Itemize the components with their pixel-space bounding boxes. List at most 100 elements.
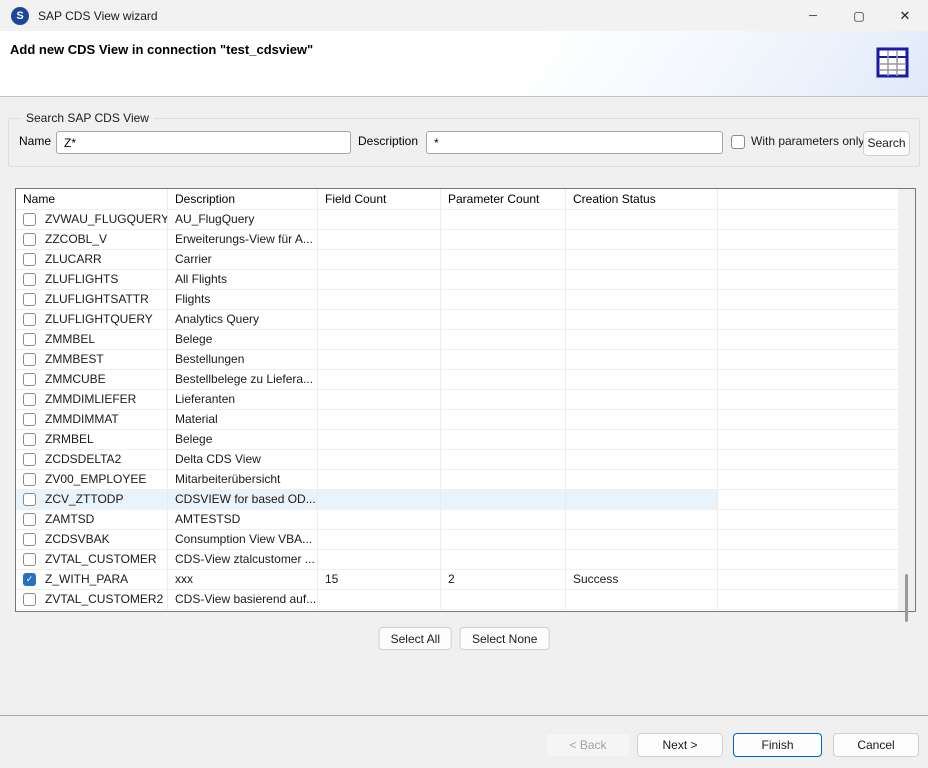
select-none-button[interactable]: Select None — [460, 627, 549, 650]
row-checkbox[interactable] — [23, 333, 36, 346]
table-row[interactable]: ZMMCUBEBestellbelege zu Liefera... — [16, 370, 898, 390]
table-row[interactable]: ZVWAU_FLUGQUERYAU_FlugQuery — [16, 210, 898, 230]
vertical-scrollbar[interactable] — [898, 189, 915, 611]
row-description: CDSVIEW for based OD... — [168, 490, 318, 510]
row-filler — [718, 510, 898, 530]
table-row[interactable]: ZLUFLIGHTQUERY Analytics Query — [16, 310, 898, 330]
table-row[interactable]: ZAMTSDAMTESTSD — [16, 510, 898, 530]
row-checkbox[interactable] — [23, 553, 36, 566]
minimize-icon[interactable]: ─ — [790, 0, 836, 31]
row-creation-status — [566, 470, 718, 490]
table-row[interactable]: ZCDSDELTA2Delta CDS View — [16, 450, 898, 470]
row-field-count — [318, 350, 441, 370]
row-checkbox[interactable] — [23, 373, 36, 386]
maximize-icon[interactable]: ▢ — [836, 0, 882, 31]
row-creation-status — [566, 390, 718, 410]
row-parameter-count — [441, 230, 566, 250]
row-description: Analytics Query — [168, 310, 318, 330]
close-icon[interactable]: ✕ — [882, 0, 928, 31]
finish-button[interactable]: Finish — [733, 733, 822, 757]
with-parameters-checkbox[interactable] — [731, 135, 745, 149]
table-row[interactable]: ZMMDIMMATMaterial — [16, 410, 898, 430]
row-description: All Flights — [168, 270, 318, 290]
table-row[interactable]: ZLUFLIGHTSATTRFlights — [16, 290, 898, 310]
row-checkbox[interactable] — [23, 313, 36, 326]
row-checkbox[interactable] — [23, 433, 36, 446]
row-checkbox[interactable] — [23, 233, 36, 246]
row-checkbox[interactable] — [23, 393, 36, 406]
description-label: Description — [358, 134, 418, 148]
row-creation-status — [566, 430, 718, 450]
with-parameters-label: With parameters only — [751, 134, 864, 148]
scrollbar-thumb[interactable] — [905, 574, 908, 622]
row-name-cell: ZLUFLIGHTSATTR — [16, 290, 168, 310]
table-row[interactable]: ZMMDIMLIEFERLieferanten — [16, 390, 898, 410]
row-checkbox[interactable] — [23, 413, 36, 426]
row-creation-status — [566, 510, 718, 530]
row-checkbox[interactable] — [23, 273, 36, 286]
table-row[interactable]: ZZCOBL_VErweiterungs-View für A... — [16, 230, 898, 250]
column-header-parameter-count[interactable]: Parameter Count — [441, 189, 566, 210]
row-checkbox[interactable] — [23, 293, 36, 306]
row-checkbox[interactable] — [23, 593, 36, 606]
row-checkbox[interactable] — [23, 473, 36, 486]
row-name: ZMMCUBE — [45, 370, 106, 389]
select-all-button[interactable]: Select All — [379, 627, 452, 650]
row-name-cell: ZAMTSD — [16, 510, 168, 530]
column-header-name[interactable]: Name — [16, 189, 168, 210]
row-name: ZV00_EMPLOYEE — [45, 470, 146, 489]
row-parameter-count — [441, 310, 566, 330]
row-description: Belege — [168, 330, 318, 350]
row-checkbox[interactable] — [23, 253, 36, 266]
row-checkbox[interactable]: ✓ — [23, 573, 36, 586]
name-input[interactable] — [56, 131, 351, 154]
row-checkbox[interactable] — [23, 353, 36, 366]
table-row[interactable]: ZLUCARRCarrier — [16, 250, 898, 270]
row-name: ZZCOBL_V — [45, 230, 107, 249]
next-button[interactable]: Next > — [637, 733, 723, 757]
row-description: AU_FlugQuery — [168, 210, 318, 230]
search-button[interactable]: Search — [863, 131, 910, 156]
row-name: ZLUFLIGHTQUERY — [45, 310, 153, 329]
table-row[interactable]: ZVTAL_CUSTOMER CDS-View ztalcustomer ... — [16, 550, 898, 570]
row-parameter-count — [441, 270, 566, 290]
row-creation-status — [566, 290, 718, 310]
table-row[interactable]: ZCDSVBAKConsumption View VBA... — [16, 530, 898, 550]
row-name: ZVTAL_CUSTOMER — [45, 550, 157, 569]
row-description: Carrier — [168, 250, 318, 270]
row-field-count — [318, 510, 441, 530]
table-row[interactable]: ✓Z_WITH_PARAxxx152Success — [16, 570, 898, 590]
table-row[interactable]: ZMMBELBelege — [16, 330, 898, 350]
table-row[interactable]: ZRMBELBelege — [16, 430, 898, 450]
table-row[interactable]: ZLUFLIGHTSAll Flights — [16, 270, 898, 290]
row-name-cell: ZRMBEL — [16, 430, 168, 450]
row-checkbox[interactable] — [23, 493, 36, 506]
wizard-header: Add new CDS View in connection "test_cds… — [0, 31, 928, 97]
row-parameter-count — [441, 530, 566, 550]
table-row[interactable]: ZV00_EMPLOYEEMitarbeiterübersicht — [16, 470, 898, 490]
table-row[interactable]: ZCV_ZTTODPCDSVIEW for based OD... — [16, 490, 898, 510]
table-row[interactable]: ZMMBESTBestellungen — [16, 350, 898, 370]
column-header-creation-status[interactable]: Creation Status — [566, 189, 718, 210]
row-checkbox[interactable] — [23, 453, 36, 466]
row-name: Z_WITH_PARA — [45, 570, 128, 589]
row-parameter-count — [441, 450, 566, 470]
row-name: ZMMDIMLIEFER — [45, 390, 136, 409]
table-row[interactable]: ZVTAL_CUSTOMER2CDS-View basierend auf... — [16, 590, 898, 610]
row-description: CDS-View ztalcustomer ... — [168, 550, 318, 570]
description-input[interactable] — [426, 131, 723, 154]
row-checkbox[interactable] — [23, 213, 36, 226]
cancel-button[interactable]: Cancel — [833, 733, 919, 757]
row-creation-status — [566, 550, 718, 570]
row-parameter-count — [441, 550, 566, 570]
row-checkbox[interactable] — [23, 513, 36, 526]
row-filler — [718, 370, 898, 390]
row-name-cell: ZMMBEST — [16, 350, 168, 370]
row-checkbox[interactable] — [23, 533, 36, 546]
column-header-filler — [718, 189, 898, 210]
row-filler — [718, 530, 898, 550]
back-button[interactable]: < Back — [545, 733, 631, 757]
column-header-description[interactable]: Description — [168, 189, 318, 210]
column-header-field-count[interactable]: Field Count — [318, 189, 441, 210]
row-name-cell: ZV00_EMPLOYEE — [16, 470, 168, 490]
